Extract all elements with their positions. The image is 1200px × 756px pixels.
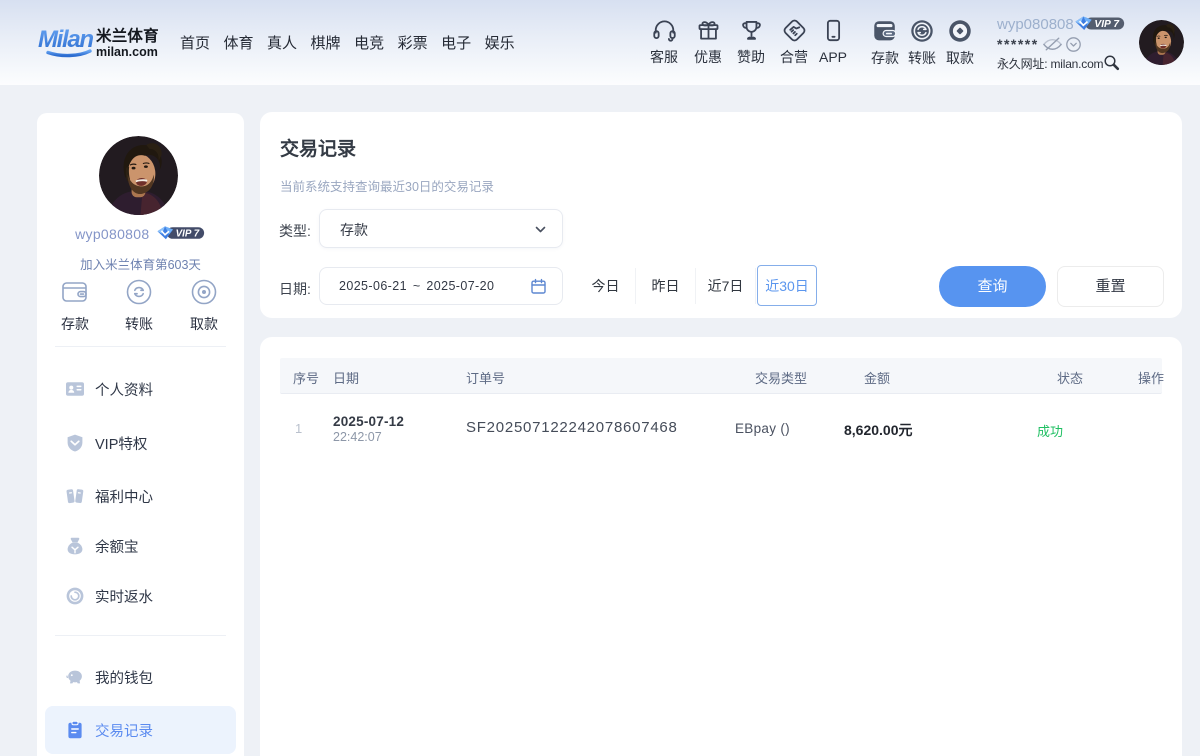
svg-text:VIP 7: VIP 7	[176, 228, 200, 239]
svg-text:Milan: Milan	[38, 26, 94, 53]
svg-text:VIP 7: VIP 7	[1094, 19, 1120, 30]
